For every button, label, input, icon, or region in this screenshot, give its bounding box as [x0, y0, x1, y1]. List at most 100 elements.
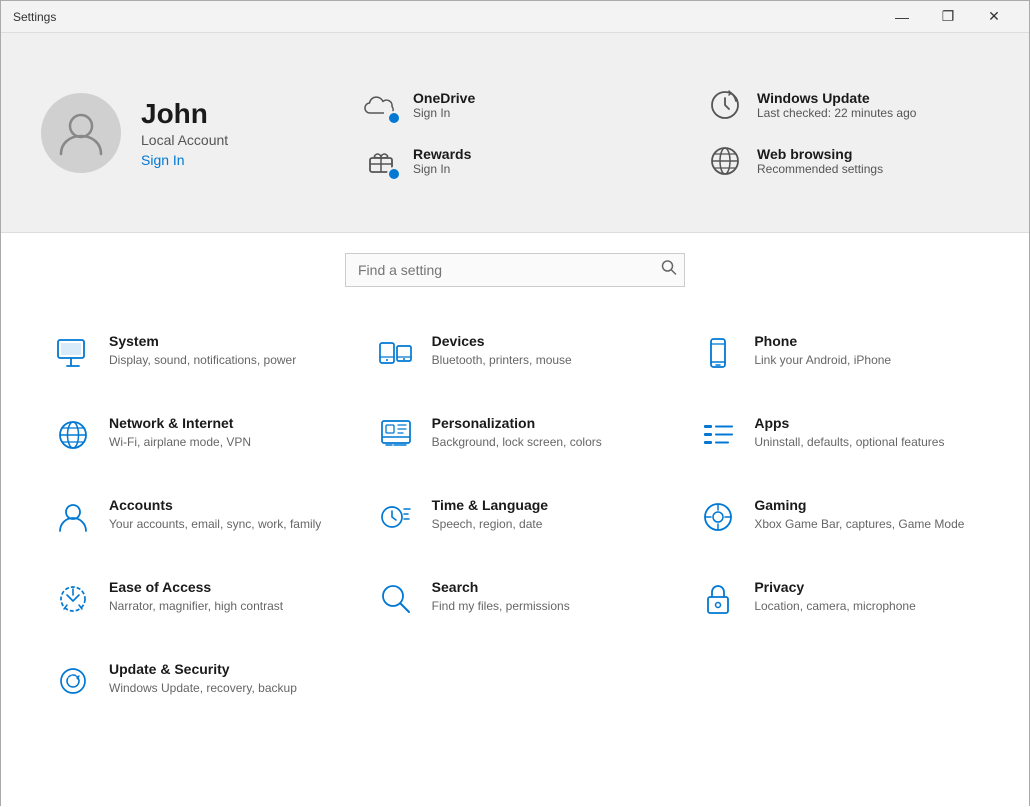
avatar: [41, 93, 121, 173]
update-security-title: Update & Security: [109, 661, 297, 677]
personalization-title: Personalization: [432, 415, 602, 431]
accounts-title: Accounts: [109, 497, 321, 513]
time-language-icon: [376, 497, 416, 537]
accounts-desc: Your accounts, email, sync, work, family: [109, 516, 321, 533]
network-text: Network & Internet Wi-Fi, airplane mode,…: [109, 415, 251, 451]
setting-item-personalization[interactable]: Personalization Background, lock screen,…: [364, 399, 667, 471]
rewards-icon-wrap: [361, 141, 401, 181]
setting-item-update-security[interactable]: Update & Security Windows Update, recove…: [41, 645, 344, 717]
gaming-text: Gaming Xbox Game Bar, captures, Game Mod…: [754, 497, 964, 533]
windows-update-text: Windows Update Last checked: 22 minutes …: [757, 90, 916, 120]
maximize-button[interactable]: ❐: [925, 1, 971, 33]
search-bar: [41, 253, 989, 287]
settings-grid: System Display, sound, notifications, po…: [41, 317, 989, 717]
cloud-section: OneDrive Sign In Windows Update Last che…: [361, 85, 989, 181]
phone-desc: Link your Android, iPhone: [754, 352, 891, 369]
user-account: Local Account: [141, 132, 228, 148]
search-input[interactable]: [345, 253, 685, 287]
setting-item-phone[interactable]: Phone Link your Android, iPhone: [686, 317, 989, 389]
accounts-text: Accounts Your accounts, email, sync, wor…: [109, 497, 321, 533]
privacy-text: Privacy Location, camera, microphone: [754, 579, 915, 615]
windows-update-item[interactable]: Windows Update Last checked: 22 minutes …: [705, 85, 989, 125]
apps-text: Apps Uninstall, defaults, optional featu…: [754, 415, 944, 451]
ease-of-access-icon: [53, 579, 93, 619]
user-signin-link[interactable]: Sign In: [141, 152, 228, 168]
titlebar-title: Settings: [13, 10, 56, 24]
personalization-desc: Background, lock screen, colors: [432, 434, 602, 451]
rewards-item[interactable]: Rewards Sign In: [361, 141, 645, 181]
rewards-sub: Sign In: [413, 162, 471, 176]
update-security-text: Update & Security Windows Update, recove…: [109, 661, 297, 697]
onedrive-icon-wrap: [361, 85, 401, 125]
personalization-text: Personalization Background, lock screen,…: [432, 415, 602, 451]
privacy-icon: [698, 579, 738, 619]
personalization-icon: [376, 415, 416, 455]
search-desc: Find my files, permissions: [432, 598, 570, 615]
setting-item-network[interactable]: Network & Internet Wi-Fi, airplane mode,…: [41, 399, 344, 471]
setting-item-privacy[interactable]: Privacy Location, camera, microphone: [686, 563, 989, 635]
onedrive-item[interactable]: OneDrive Sign In: [361, 85, 645, 125]
privacy-title: Privacy: [754, 579, 915, 595]
system-icon: [53, 333, 93, 373]
onedrive-badge: [387, 111, 401, 125]
onedrive-sub: Sign In: [413, 106, 475, 120]
header-panel: John Local Account Sign In OneDrive Sign…: [1, 33, 1029, 233]
onedrive-label: OneDrive: [413, 90, 475, 106]
setting-item-time-language[interactable]: Time & Language Speech, region, date: [364, 481, 667, 553]
user-section: John Local Account Sign In: [41, 93, 321, 173]
onedrive-text: OneDrive Sign In: [413, 90, 475, 120]
windows-update-sub: Last checked: 22 minutes ago: [757, 106, 916, 120]
time-language-text: Time & Language Speech, region, date: [432, 497, 548, 533]
system-desc: Display, sound, notifications, power: [109, 352, 296, 369]
ease-of-access-title: Ease of Access: [109, 579, 283, 595]
search-icon-button[interactable]: [661, 260, 677, 281]
devices-desc: Bluetooth, printers, mouse: [432, 352, 572, 369]
update-security-icon: [53, 661, 93, 701]
setting-item-gaming[interactable]: Gaming Xbox Game Bar, captures, Game Mod…: [686, 481, 989, 553]
search-input-wrap: [345, 253, 685, 287]
search-text: Search Find my files, permissions: [432, 579, 570, 615]
time-language-title: Time & Language: [432, 497, 548, 513]
minimize-button[interactable]: —: [879, 1, 925, 33]
setting-item-system[interactable]: System Display, sound, notifications, po…: [41, 317, 344, 389]
titlebar: Settings — ❐ ✕: [1, 1, 1029, 33]
web-browsing-sub: Recommended settings: [757, 162, 883, 176]
apps-icon: [698, 415, 738, 455]
close-button[interactable]: ✕: [971, 1, 1017, 33]
web-browsing-item[interactable]: Web browsing Recommended settings: [705, 141, 989, 181]
gaming-icon: [698, 497, 738, 537]
rewards-badge: [387, 167, 401, 181]
ease-of-access-text: Ease of Access Narrator, magnifier, high…: [109, 579, 283, 615]
phone-title: Phone: [754, 333, 891, 349]
phone-icon: [698, 333, 738, 373]
system-title: System: [109, 333, 296, 349]
privacy-desc: Location, camera, microphone: [754, 598, 915, 615]
setting-item-search[interactable]: Search Find my files, permissions: [364, 563, 667, 635]
setting-item-accounts[interactable]: Accounts Your accounts, email, sync, wor…: [41, 481, 344, 553]
ease-of-access-desc: Narrator, magnifier, high contrast: [109, 598, 283, 615]
titlebar-controls: — ❐ ✕: [879, 1, 1017, 33]
network-desc: Wi-Fi, airplane mode, VPN: [109, 434, 251, 451]
gaming-desc: Xbox Game Bar, captures, Game Mode: [754, 516, 964, 533]
windows-update-label: Windows Update: [757, 90, 916, 106]
setting-item-ease-of-access[interactable]: Ease of Access Narrator, magnifier, high…: [41, 563, 344, 635]
system-text: System Display, sound, notifications, po…: [109, 333, 296, 369]
web-browsing-label: Web browsing: [757, 146, 883, 162]
setting-item-devices[interactable]: Devices Bluetooth, printers, mouse: [364, 317, 667, 389]
setting-item-apps[interactable]: Apps Uninstall, defaults, optional featu…: [686, 399, 989, 471]
apps-desc: Uninstall, defaults, optional features: [754, 434, 944, 451]
main-content: System Display, sound, notifications, po…: [1, 233, 1029, 807]
network-title: Network & Internet: [109, 415, 251, 431]
update-security-desc: Windows Update, recovery, backup: [109, 680, 297, 697]
devices-text: Devices Bluetooth, printers, mouse: [432, 333, 572, 369]
rewards-text: Rewards Sign In: [413, 146, 471, 176]
devices-icon: [376, 333, 416, 373]
rewards-label: Rewards: [413, 146, 471, 162]
network-icon: [53, 415, 93, 455]
apps-title: Apps: [754, 415, 944, 431]
search-title: Search: [432, 579, 570, 595]
web-browsing-text: Web browsing Recommended settings: [757, 146, 883, 176]
web-browsing-icon-wrap: [705, 141, 745, 181]
windows-update-icon-wrap: [705, 85, 745, 125]
devices-title: Devices: [432, 333, 572, 349]
